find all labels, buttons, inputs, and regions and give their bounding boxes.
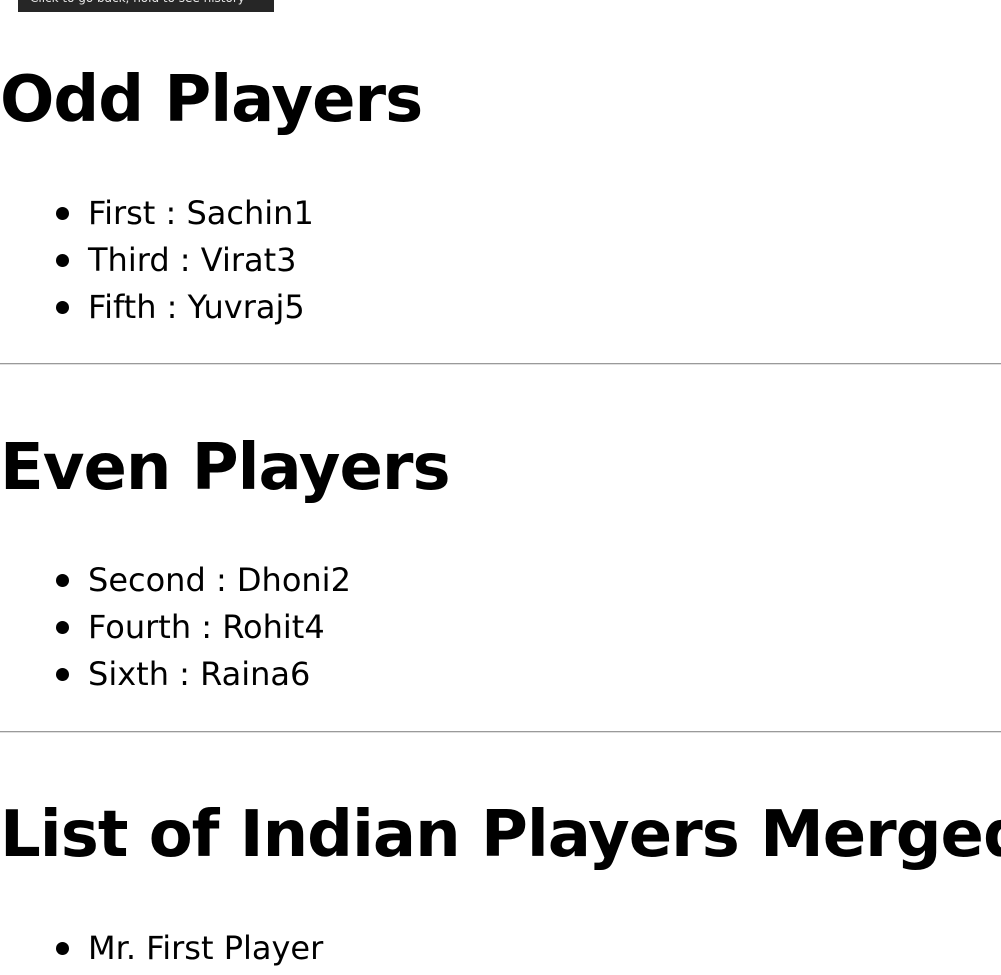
odd-players-heading: Odd Players [0, 63, 423, 137]
list-item: First : Sachin1 [56, 190, 314, 237]
divider [0, 731, 1001, 733]
merged-players-list: Mr. First Player [56, 925, 323, 972]
odd-players-list: First : Sachin1 Third : Virat3 Fifth : Y… [56, 190, 314, 331]
list-item: Fourth : Rohit4 [56, 604, 351, 651]
back-button-tooltip: Click to go back, hold to see history [18, 0, 274, 12]
even-players-heading: Even Players [0, 431, 451, 505]
list-item: Second : Dhoni2 [56, 557, 351, 604]
list-item: Mr. First Player [56, 925, 323, 972]
merged-players-heading: List of Indian Players Merged: [0, 798, 1001, 872]
list-item: Fifth : Yuvraj5 [56, 284, 314, 331]
page: Click to go back, hold to see history Od… [0, 0, 1001, 975]
divider [0, 363, 1001, 365]
list-item: Third : Virat3 [56, 237, 314, 284]
even-players-list: Second : Dhoni2 Fourth : Rohit4 Sixth : … [56, 557, 351, 698]
list-item: Sixth : Raina6 [56, 651, 351, 698]
